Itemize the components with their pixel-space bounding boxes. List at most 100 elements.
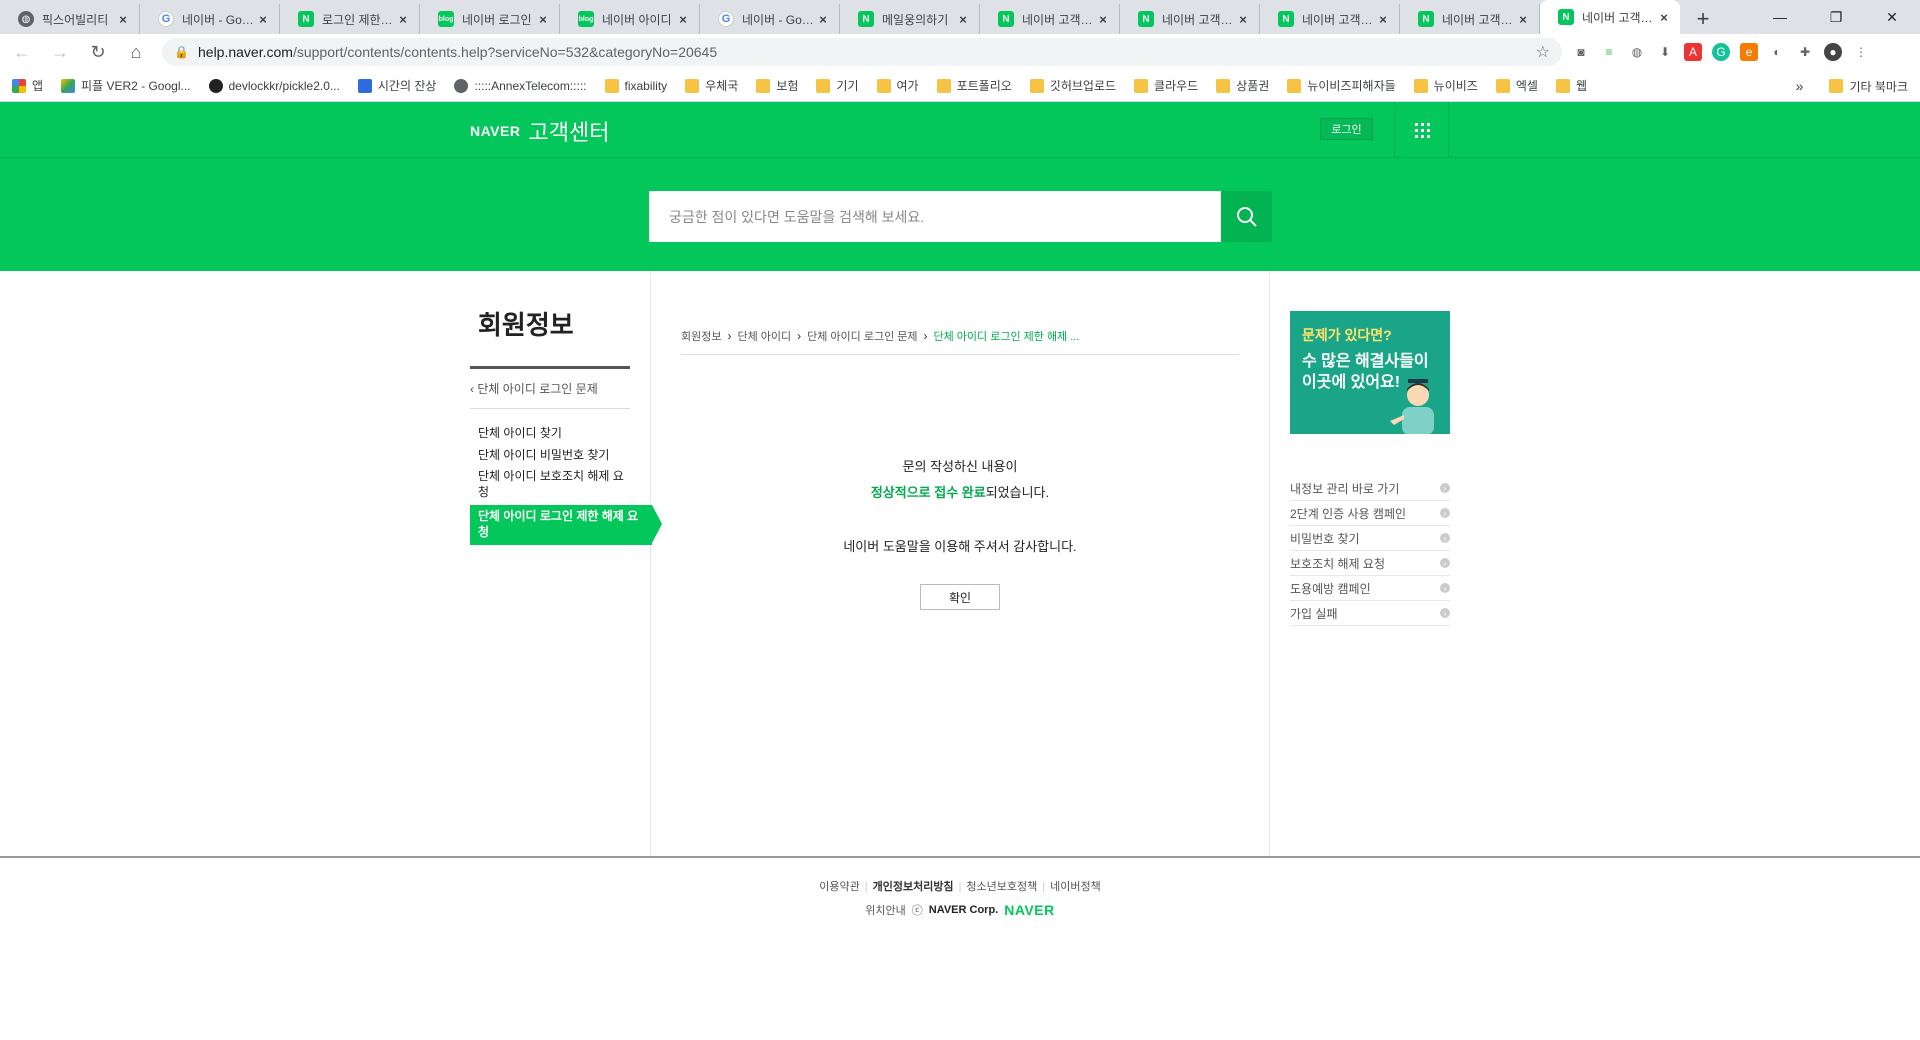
address-bar[interactable]: 🔒 help.naver.com/support/contents/conten… [162, 38, 1562, 66]
breadcrumb-item[interactable]: 단체 아이디 로그인 문제 [807, 328, 917, 344]
close-tab-icon[interactable]: × [675, 12, 691, 27]
grammarly-icon[interactable]: G [1712, 43, 1730, 61]
bookmark-star-icon[interactable]: ☆ [1536, 42, 1550, 62]
aside-link[interactable]: 보호조치 해제 요청 › [1290, 551, 1450, 576]
pdf-icon[interactable]: A [1684, 43, 1702, 61]
avatar[interactable]: ● [1824, 43, 1842, 61]
close-window-icon[interactable]: ✕ [1864, 0, 1920, 34]
browser-tab[interactable]: N 네이버 고객센터 × [980, 4, 1120, 34]
browser-tab[interactable]: N 네이버 고객센터 × [1260, 4, 1400, 34]
back-arrow-icon[interactable]: ← [6, 36, 38, 68]
apps-grid-icon[interactable] [1396, 102, 1448, 158]
footer-link[interactable]: 청소년보호정책 [961, 881, 1042, 893]
search-input[interactable]: 궁금한 점이 있다면 도움말을 검색해 보세요. [649, 191, 1221, 242]
browser-tab[interactable]: G 네이버 - Google× [700, 4, 840, 34]
bookmark-item[interactable]: 앱 [12, 77, 43, 94]
breadcrumb-item[interactable]: 회원정보 [681, 328, 721, 344]
footer-link[interactable]: 네이버정책 [1045, 881, 1106, 893]
aside-link[interactable]: 비밀번호 찾기 › [1290, 526, 1450, 551]
bookmark-item[interactable]: devlockkr/pickle2.0... [208, 78, 340, 93]
bookmark-label: 상품권 [1236, 79, 1270, 93]
bookmark-folder[interactable]: 엑셀 [1495, 77, 1538, 94]
search-button[interactable] [1221, 191, 1272, 242]
close-tab-icon[interactable]: × [255, 12, 271, 27]
close-tab-icon[interactable]: × [955, 12, 971, 27]
bookmark-folder[interactable]: fixability [604, 78, 667, 93]
close-tab-icon[interactable]: × [1235, 12, 1251, 27]
globe-extension-icon[interactable]: ◍ [1628, 43, 1646, 61]
download-icon[interactable]: ⬇ [1656, 43, 1674, 61]
bookmark-label: 여가 [896, 79, 919, 93]
browser-tab[interactable]: N 네이버 고객센터 × [1540, 0, 1680, 34]
close-tab-icon[interactable]: × [535, 12, 551, 27]
bookmark-folder[interactable]: 우체국 [685, 77, 738, 94]
breadcrumb-item[interactable]: 단체 아이디 [737, 328, 791, 344]
bookmark-folder[interactable]: 뉴이비즈피해자들 [1287, 77, 1396, 94]
naver-footer-logo[interactable]: NAVER [1004, 902, 1054, 918]
maximize-icon[interactable]: ❐ [1808, 0, 1864, 34]
folder-icon [604, 78, 619, 93]
bookmarks-more-button[interactable]: » [1796, 78, 1804, 94]
forward-arrow-icon[interactable]: → [44, 36, 76, 68]
browser-tab[interactable]: N 로그인 제한 해제× [280, 4, 420, 34]
close-tab-icon[interactable]: × [1656, 10, 1672, 25]
help-banner[interactable]: 문제가 있다면? 수 많은 해결사들이 이곳에 있어요! [1290, 311, 1450, 434]
confirm-button[interactable]: 확인 [920, 584, 1000, 610]
aside-link[interactable]: 도용예방 캠페인 › [1290, 576, 1450, 601]
url-host: help.naver.com [198, 44, 293, 60]
folder-icon [876, 78, 891, 93]
footer-link[interactable]: 이용약관 [814, 881, 864, 893]
bookmark-folder[interactable]: 클라우드 [1134, 77, 1198, 94]
bookmark-label: 뉴이비즈피해자들 [1307, 79, 1396, 93]
bookmark-item[interactable]: 피플 VER2 - Googl... [61, 77, 191, 94]
bookmark-folder[interactable]: 뉴이비즈 [1413, 77, 1478, 94]
footer-link[interactable]: 개인정보처리방침 [868, 881, 959, 893]
login-button[interactable]: 로그인 [1320, 118, 1373, 140]
bookmark-folder[interactable]: 보험 [756, 77, 798, 94]
bookmark-item[interactable]: :::::AnnexTelecom::::: [454, 78, 587, 93]
lnb-item[interactable]: 단체 아이디 보호조치 해제 요청 [470, 466, 630, 503]
puzzle-icon[interactable]: ✚ [1796, 43, 1814, 61]
service-logo[interactable]: NAVER 고객센터 [470, 115, 609, 147]
ex-extension-icon[interactable]: e [1740, 43, 1758, 61]
other-bookmarks-folder[interactable]: 기타 북마크 [1829, 78, 1908, 95]
lnb-item[interactable]: 단체 아이디 비밀번호 찾기 [470, 445, 630, 467]
close-tab-icon[interactable]: × [1515, 12, 1531, 27]
browser-tab[interactable]: N 네이버 고객센터 × [1120, 4, 1260, 34]
bookmark-item[interactable]: 시간의 잔상 [357, 77, 436, 94]
close-tab-icon[interactable]: × [815, 12, 831, 27]
lnb-back-link[interactable]: ‹ 단체 아이디 로그인 문제 [470, 369, 630, 409]
tab-title: 네이버 아이디 [602, 12, 672, 27]
home-icon[interactable]: ⌂ [120, 36, 152, 68]
bookmark-folder[interactable]: 포트폴리오 [936, 77, 1012, 94]
aside-link[interactable]: 내정보 관리 바로 가기 › [1290, 476, 1450, 501]
aside-link[interactable]: 가입 실패 › [1290, 601, 1450, 626]
close-tab-icon[interactable]: × [1375, 12, 1391, 27]
aside-link[interactable]: 2단계 인증 사용 캠페인 › [1290, 501, 1450, 526]
location-link[interactable]: 위치안내 [865, 902, 905, 918]
corp-name: NAVER Corp. [928, 904, 999, 916]
close-tab-icon[interactable]: × [115, 12, 131, 27]
menu-dots-icon[interactable]: ⋮ [1852, 43, 1870, 61]
lnb-item[interactable]: 단체 아이디 로그인 제한 해제 요청 [470, 505, 662, 545]
close-tab-icon[interactable]: × [395, 12, 411, 27]
bookmark-folder[interactable]: 깃허브업로드 [1029, 77, 1116, 94]
camera-icon[interactable]: ◙ [1572, 43, 1590, 61]
browser-tab[interactable]: blog 네이버 로그인 × [420, 4, 560, 34]
bookmark-folder[interactable]: 상품권 [1216, 77, 1269, 94]
close-tab-icon[interactable]: × [1095, 12, 1111, 27]
browser-tab[interactable]: N 메일웅의하기 × [840, 4, 980, 34]
ladder-icon[interactable]: ≡ [1600, 43, 1618, 61]
new-tab-button[interactable]: + [1688, 4, 1718, 34]
browser-tab[interactable]: ◍ 픽스어빌리티 × [0, 4, 140, 34]
bookmark-folder[interactable]: 기기 [816, 77, 859, 94]
browser-tab[interactable]: N 네이버 고객센터 × [1400, 4, 1540, 34]
reload-icon[interactable]: ↻ [82, 36, 114, 68]
moon-icon[interactable]: ◐ [1768, 43, 1786, 61]
browser-tab[interactable]: blog 네이버 아이디 × [560, 4, 700, 34]
bookmark-folder[interactable]: 여가 [876, 77, 919, 94]
browser-tab[interactable]: G 네이버 - Google× [140, 4, 280, 34]
lnb-item[interactable]: 단체 아이디 찾기 [470, 423, 630, 445]
bookmark-folder[interactable]: 웹 [1555, 77, 1587, 94]
minimize-icon[interactable]: — [1752, 0, 1808, 34]
